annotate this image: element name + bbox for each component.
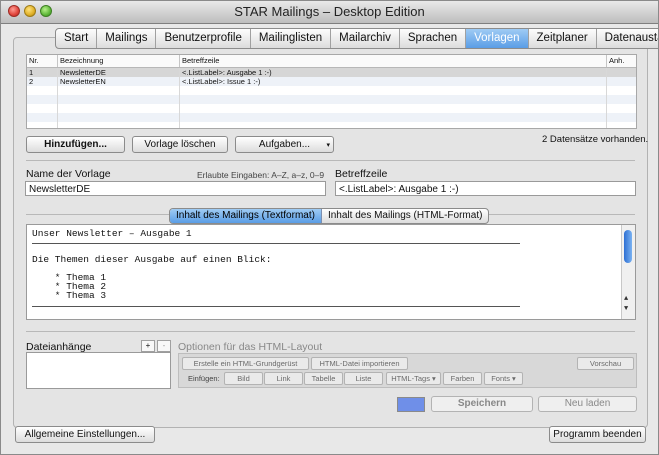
template-name-label: Name der Vorlage — [26, 168, 111, 180]
title-bar: STAR Mailings – Desktop Edition — [1, 1, 658, 24]
delete-template-button[interactable]: Vorlage löschen — [132, 136, 228, 153]
window-title: STAR Mailings – Desktop Edition — [234, 4, 425, 19]
tab-mailinglisten[interactable]: Mailinglisten — [251, 29, 332, 48]
scroll-up-icon[interactable]: ▲ — [624, 295, 628, 303]
editor-rule — [32, 243, 520, 244]
remove-attachment-button[interactable]: - — [157, 340, 171, 352]
template-name-field[interactable]: NewsletterDE — [25, 181, 326, 196]
divider — [26, 331, 635, 332]
quit-program-button[interactable]: Programm beenden — [549, 426, 646, 443]
content-editor[interactable]: Unser Newsletter – Ausgabe 1 Die Themen … — [26, 224, 636, 320]
subject-field[interactable]: <.ListLabel>: Ausgabe 1 :-) — [335, 181, 636, 196]
save-button[interactable]: Speichern — [431, 396, 533, 412]
main-tabs: Start Mailings Benutzerprofile Mailingli… — [55, 28, 658, 49]
app-window: STAR Mailings – Desktop Edition Start Ma… — [0, 0, 659, 455]
subject-label: Betreffzeile — [335, 168, 388, 180]
insert-html-tags-button[interactable]: HTML-Tags ▾ — [386, 372, 441, 385]
tab-mailarchiv[interactable]: Mailarchiv — [331, 29, 400, 48]
insert-table-button[interactable]: Tabelle — [304, 372, 343, 385]
empty-row — [27, 113, 636, 122]
tab-benutzerprofile[interactable]: Benutzerprofile — [156, 29, 251, 48]
cell-attachments — [607, 77, 634, 86]
create-html-skeleton-button[interactable]: Erstelle ein HTML-Grundgerüst — [182, 357, 309, 370]
cell-attachments — [607, 68, 634, 77]
insert-label: Einfügen: — [188, 374, 220, 383]
dropdown-arrow-icon: ▾ — [326, 142, 330, 149]
insert-list-button[interactable]: Liste — [344, 372, 383, 385]
html-options-box: Erstelle ein HTML-Grundgerüst HTML-Datei… — [178, 353, 637, 388]
html-tags-label: HTML-Tags — [391, 374, 430, 383]
cell-nr: 2 — [27, 77, 58, 86]
column-header-attachments[interactable]: Anh. — [607, 55, 634, 67]
empty-row — [27, 95, 636, 104]
cell-subject: <.ListLabel>: Ausgabe 1 :-) — [180, 68, 607, 77]
tab-start[interactable]: Start — [56, 29, 98, 48]
templates-table[interactable]: Nr. Bezeichnung Betreffzeile Anh. 1 News… — [26, 54, 637, 129]
tab-html-format[interactable]: Inhalt des Mailings (HTML-Format) — [322, 209, 488, 223]
record-count: 2 Datensätze vorhanden. — [542, 134, 649, 145]
preview-button[interactable]: Vorschau — [577, 357, 634, 370]
tab-vorlagen[interactable]: Vorlagen — [466, 29, 529, 48]
color-swatch[interactable] — [397, 397, 425, 412]
table-row[interactable]: 1 NewsletterDE <.ListLabel>: Ausgabe 1 :… — [27, 68, 636, 77]
html-options-label: Optionen für das HTML-Layout — [178, 341, 323, 353]
cell-name: NewsletterDE — [58, 68, 180, 77]
table-row[interactable]: 2 NewsletterEN <.ListLabel>: Issue 1 :-) — [27, 77, 636, 86]
table-header: Nr. Bezeichnung Betreffzeile Anh. — [27, 55, 636, 68]
insert-link-button[interactable]: Link — [264, 372, 303, 385]
editor-line: Die Themen dieser Ausgabe auf einen Blic… — [32, 254, 272, 265]
column-header-nr[interactable]: Nr. — [27, 55, 58, 67]
add-attachment-button[interactable]: + — [141, 340, 155, 352]
editor-line: Unser Newsletter – Ausgabe 1 — [32, 228, 192, 239]
dropdown-arrow-icon: ▾ — [429, 374, 436, 383]
allowed-input-hint: Erlaubte Eingaben: A–Z, a–z, 0–9 — [197, 170, 325, 180]
reload-button[interactable]: Neu laden — [538, 396, 637, 412]
insert-colors-button[interactable]: Farben — [443, 372, 482, 385]
divider — [26, 160, 635, 161]
import-html-button[interactable]: HTML-Datei importieren — [311, 357, 408, 370]
content-format-tabs: Inhalt des Mailings (Textformat) Inhalt … — [169, 208, 490, 224]
add-template-button[interactable]: Hinzufügen... — [26, 136, 125, 153]
tab-mailings[interactable]: Mailings — [97, 29, 157, 48]
insert-image-button[interactable]: Bild — [224, 372, 263, 385]
cell-name: NewsletterEN — [58, 77, 180, 86]
column-header-name[interactable]: Bezeichnung — [58, 55, 180, 67]
scroll-down-icon[interactable]: ▼ — [624, 305, 628, 313]
cell-nr: 1 — [27, 68, 58, 77]
empty-row — [27, 104, 636, 113]
general-settings-button[interactable]: Allgemeine Einstellungen... — [15, 426, 155, 443]
column-header-subject[interactable]: Betreffzeile — [180, 55, 607, 67]
tasks-menu-label: Aufgaben... — [258, 139, 311, 150]
editor-line: * Thema 3 — [32, 290, 107, 301]
editor-rule — [32, 306, 520, 307]
scrollbar-thumb[interactable] — [624, 230, 632, 263]
dropdown-arrow-icon: ▾ — [509, 374, 516, 383]
fonts-label: Fonts — [491, 374, 510, 383]
tab-zeitplaner[interactable]: Zeitplaner — [529, 29, 597, 48]
tab-datenaustausch[interactable]: Datenaustausch — [597, 29, 658, 48]
tasks-menu-button[interactable]: Aufgaben... ▾ — [235, 136, 334, 153]
insert-fonts-button[interactable]: Fonts ▾ — [484, 372, 523, 385]
tab-text-format[interactable]: Inhalt des Mailings (Textformat) — [170, 209, 322, 223]
cell-subject: <.ListLabel>: Issue 1 :-) — [180, 77, 607, 86]
attachments-list[interactable] — [26, 352, 171, 389]
empty-row — [27, 122, 636, 128]
editor-scrollbar[interactable]: ▲ ▼ — [621, 225, 635, 319]
tab-sprachen[interactable]: Sprachen — [400, 29, 467, 48]
empty-row — [27, 86, 636, 95]
